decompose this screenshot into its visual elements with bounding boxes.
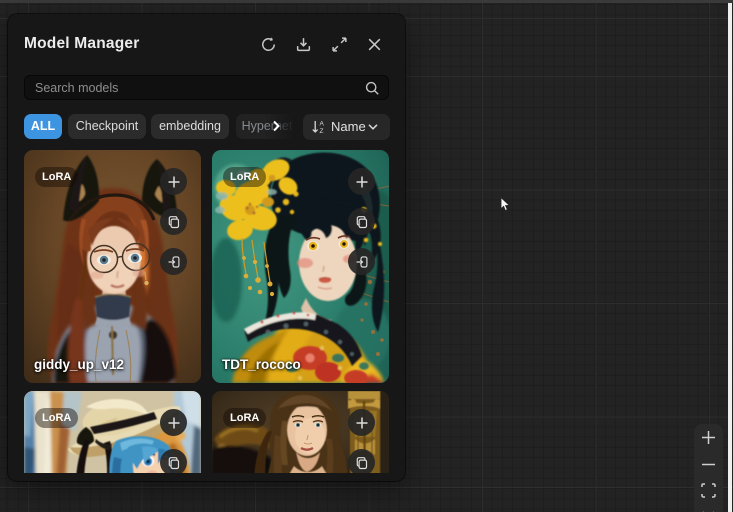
svg-text:Z: Z: [320, 128, 324, 135]
svg-text:A: A: [320, 120, 325, 127]
